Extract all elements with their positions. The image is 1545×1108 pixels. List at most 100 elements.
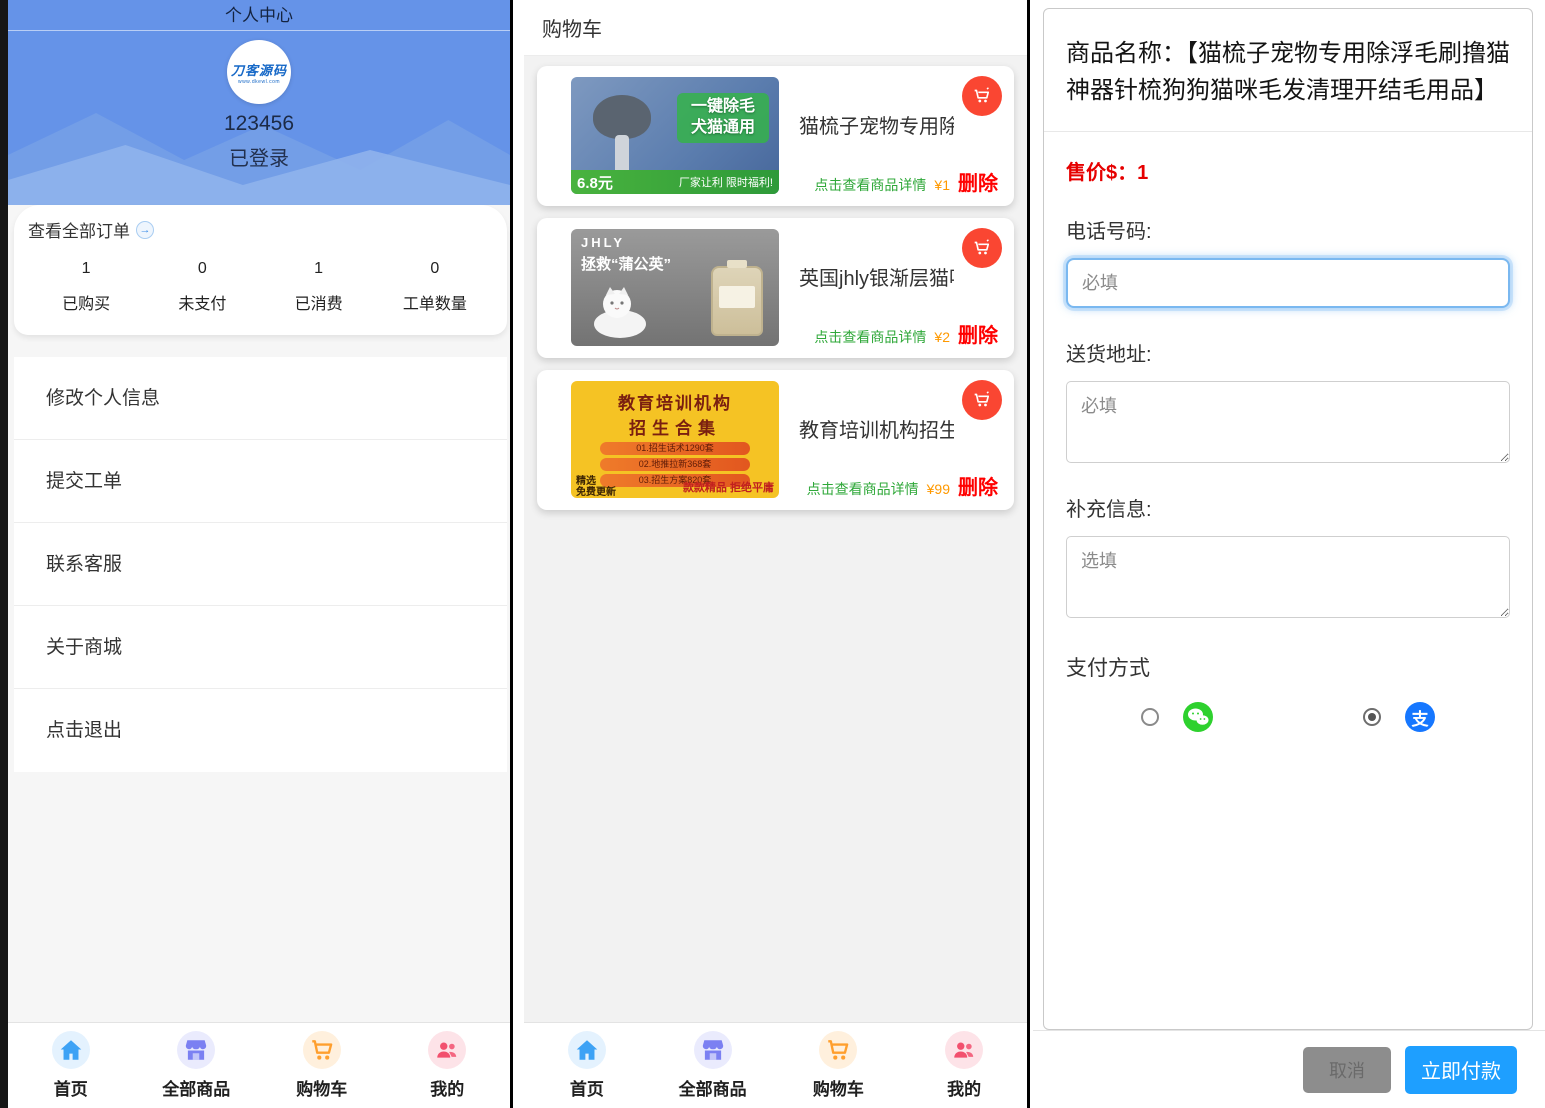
stat-label: 已购买 — [28, 290, 144, 314]
personal-menu: 修改个人信息 提交工单 联系客服 关于商城 点击退出 — [14, 357, 507, 772]
personal-center-panel: 个人中心 刀客源码 www.dkewl.com 123456 已登录 查看全部订… — [0, 0, 513, 1108]
nav-item-home[interactable]: 首页 — [524, 1023, 650, 1108]
nav-item-all-products[interactable]: 全部商品 — [134, 1023, 260, 1108]
nav-label: 首页 — [54, 1075, 88, 1100]
nav-item-cart[interactable]: 购物车 — [259, 1023, 385, 1108]
cancel-button[interactable]: 取消 — [1303, 1047, 1391, 1093]
stat-label: 工单数量 — [377, 290, 493, 314]
username: 123456 — [8, 112, 510, 136]
order-form-panel: 商品名称：【猫梳子宠物专用除浮毛刷撸猫神器针梳狗狗猫咪毛发清理开结毛用品】 售价… — [1033, 0, 1545, 1108]
image-headline-text: 拯救“蒲公英” — [581, 253, 671, 274]
menu-item-about-mall[interactable]: 关于商城 — [14, 606, 507, 689]
avatar-logo-url: www.dkewl.com — [238, 79, 280, 85]
bottle-graphic — [711, 266, 763, 336]
delete-button[interactable]: 删除 — [958, 167, 998, 196]
product-image: 教育培训机构 招生合集 01.招生话术1290套 02.地推拉新368套 03.… — [571, 381, 779, 498]
image-bar-text: 02.地推拉新368套 — [600, 458, 750, 471]
extra-info-input[interactable] — [1066, 536, 1510, 618]
nav-item-mine[interactable]: 我的 — [385, 1023, 511, 1108]
nav-label: 全部商品 — [162, 1075, 230, 1100]
nav-label: 购物车 — [296, 1075, 347, 1100]
product-title[interactable]: 教育培训机构招生方... — [799, 414, 954, 443]
stat-value: 1 — [261, 260, 377, 278]
stat-consumed: 1 已消费 — [261, 260, 377, 314]
menu-item-submit-ticket[interactable]: 提交工单 — [14, 440, 507, 523]
product-image: 一键除毛 犬猫通用 6.8元 厂家让利 限时福利! — [571, 77, 779, 194]
view-all-orders-label: 查看全部订单 — [28, 217, 130, 242]
image-bar-text: 01.招生话术1290套 — [600, 442, 750, 455]
alipay-radio[interactable] — [1363, 708, 1381, 726]
menu-item-logout[interactable]: 点击退出 — [14, 689, 507, 772]
page-title: 个人中心 — [8, 0, 510, 31]
payment-option-alipay[interactable]: 支 — [1288, 702, 1510, 732]
image-price-text: 6.8元 — [577, 172, 613, 193]
pay-now-button[interactable]: 立即付款 — [1405, 1046, 1517, 1094]
view-detail-link[interactable]: 点击查看商品详情 — [814, 175, 926, 195]
nav-item-all-products[interactable]: 全部商品 — [650, 1023, 776, 1108]
cart-item-education[interactable]: 教育培训机构 招生合集 01.招生话术1290套 02.地推拉新368套 03.… — [537, 370, 1014, 510]
avatar[interactable]: 刀客源码 www.dkewl.com — [227, 40, 291, 104]
home-icon — [568, 1031, 606, 1069]
image-foot-text: 免费更新 — [576, 487, 616, 498]
wechat-radio[interactable] — [1141, 708, 1159, 726]
nav-label: 购物车 — [813, 1075, 864, 1100]
cart-badge-icon[interactable] — [962, 380, 1002, 420]
alipay-icon: 支 — [1405, 702, 1435, 732]
address-label: 送货地址: — [1066, 338, 1510, 367]
cart-panel: 购物车 一键除毛 犬猫通用 6.8元 厂家让利 限时福利! 猫梳子宠物专用除浮.… — [524, 0, 1030, 1108]
view-detail-link[interactable]: 点击查看商品详情 — [807, 479, 919, 499]
image-ad-text: 犬猫通用 — [691, 119, 755, 136]
nav-item-cart[interactable]: 购物车 — [776, 1023, 902, 1108]
address-input[interactable] — [1066, 381, 1510, 463]
cart-badge-icon[interactable] — [962, 228, 1002, 268]
stat-value: 1 — [28, 260, 144, 278]
nav-item-mine[interactable]: 我的 — [901, 1023, 1027, 1108]
image-brand-text: JHLY — [581, 235, 625, 250]
order-form-card: 商品名称：【猫梳子宠物专用除浮毛刷撸猫神器针梳狗狗猫咪毛发清理开结毛用品】 售价… — [1043, 8, 1533, 1030]
bottom-nav: 首页 全部商品 购物车 我的 — [8, 1022, 510, 1108]
delete-button[interactable]: 删除 — [958, 319, 998, 348]
extra-info-label: 补充信息: — [1066, 493, 1510, 522]
stat-value: 0 — [144, 260, 260, 278]
image-ad-text: 一键除毛 — [691, 98, 755, 115]
cart-page-title: 购物车 — [524, 0, 1027, 56]
product-title[interactable]: 猫梳子宠物专用除浮... — [799, 110, 954, 139]
item-price: ¥1 — [934, 177, 950, 193]
store-icon — [177, 1031, 215, 1069]
nav-label: 我的 — [947, 1075, 981, 1100]
view-detail-link[interactable]: 点击查看商品详情 — [814, 327, 926, 347]
stat-label: 未支付 — [144, 290, 260, 314]
image-title-text: 教育培训机构 — [571, 381, 779, 414]
stat-tickets: 0 工单数量 — [377, 260, 493, 314]
stat-purchased: 1 已购买 — [28, 260, 144, 314]
image-title-text: 招生合集 — [571, 414, 779, 439]
nav-label: 首页 — [570, 1075, 604, 1100]
menu-item-edit-profile[interactable]: 修改个人信息 — [14, 357, 507, 440]
phone-input[interactable] — [1066, 258, 1510, 308]
cart-icon — [303, 1031, 341, 1069]
home-icon — [52, 1031, 90, 1069]
payment-options: 支 — [1066, 702, 1510, 732]
divider — [1044, 131, 1532, 132]
delete-button[interactable]: 删除 — [958, 471, 998, 500]
item-price: ¥99 — [927, 481, 950, 497]
product-title[interactable]: 英国jhly银渐层猫咪沐... — [799, 262, 954, 291]
stat-unpaid: 0 未支付 — [144, 260, 260, 314]
personal-header: 个人中心 刀客源码 www.dkewl.com 123456 已登录 — [8, 0, 510, 205]
wechat-pay-icon — [1183, 702, 1213, 732]
payment-option-wechat[interactable] — [1066, 702, 1288, 732]
cart-badge-icon[interactable] — [962, 76, 1002, 116]
nav-label: 全部商品 — [679, 1075, 747, 1100]
cart-item-pet-brush[interactable]: 一键除毛 犬猫通用 6.8元 厂家让利 限时福利! 猫梳子宠物专用除浮... 点… — [537, 66, 1014, 206]
cart-list: 一键除毛 犬猫通用 6.8元 厂家让利 限时福利! 猫梳子宠物专用除浮... 点… — [524, 56, 1027, 532]
product-image: JHLY 拯救“蒲公英” — [571, 229, 779, 346]
view-all-orders-link[interactable]: 查看全部订单 → — [28, 217, 493, 242]
image-foot-text: 款款精品 拒绝平庸 — [683, 479, 774, 495]
cart-icon — [819, 1031, 857, 1069]
bottom-nav: 首页 全部商品 购物车 我的 — [524, 1022, 1027, 1108]
item-price: ¥2 — [934, 329, 950, 345]
cart-item-cat-shampoo[interactable]: JHLY 拯救“蒲公英” 英国jhly银渐层猫咪沐... 点击查看商品详情 ¥2… — [537, 218, 1014, 358]
nav-item-home[interactable]: 首页 — [8, 1023, 134, 1108]
menu-item-contact-support[interactable]: 联系客服 — [14, 523, 507, 606]
form-footer: 取消 立即付款 — [1033, 1030, 1545, 1108]
